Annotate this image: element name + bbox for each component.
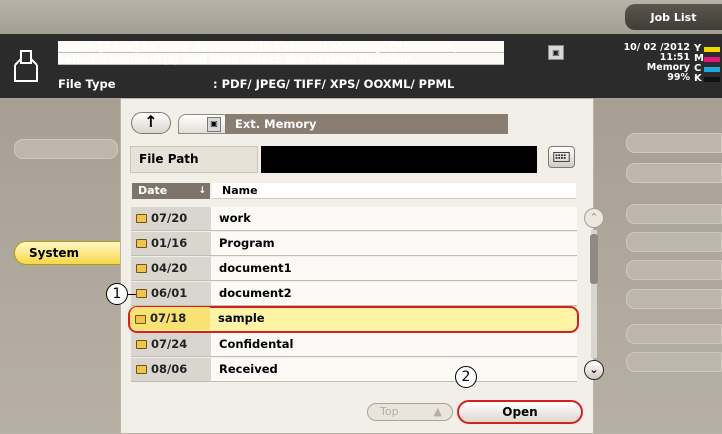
breadcrumb: Ext. Memory — [225, 114, 508, 134]
usb-memory-icon: ▣ — [207, 117, 221, 132]
open-button[interactable]: Open — [457, 400, 583, 424]
date-column-header[interactable]: Date ↓ — [132, 183, 210, 199]
folder-icon — [136, 289, 147, 298]
system-tab[interactable]: System — [14, 241, 128, 265]
message-line-2: select document(s) and then select the d… — [58, 53, 504, 65]
toner-levels: Y M C K — [694, 44, 722, 84]
file-path-label: File Path — [130, 146, 258, 173]
up-arrow-icon: ▲ — [433, 405, 442, 418]
list-item[interactable]: 06/01 document2 — [131, 282, 577, 306]
memory-folder-tab[interactable]: ▣ — [178, 114, 230, 134]
sort-arrow-icon: ↓ — [198, 186, 206, 196]
external-memory-icon: ▣ — [548, 45, 564, 60]
name-column-header[interactable]: Name — [212, 183, 576, 199]
file-path-field[interactable] — [261, 146, 537, 173]
right-menu-ghost-5 — [626, 260, 722, 280]
scrollbar-thumb[interactable] — [590, 234, 598, 284]
folder-icon — [136, 340, 147, 349]
list-item[interactable]: 04/20 document1 — [131, 257, 577, 281]
chevron-up-icon: ⌃ — [589, 211, 599, 224]
chevron-down-icon: ⌄ — [589, 363, 599, 376]
instruction-message: Touch [Save] to save document in Externa… — [58, 41, 504, 65]
list-item[interactable]: 01/16 Program — [131, 232, 577, 256]
folder-icon — [135, 315, 146, 324]
top-band — [0, 0, 722, 34]
callout-1: 1 — [106, 283, 128, 305]
left-tab-ghost — [14, 139, 118, 159]
right-menu-ghost-8 — [626, 352, 722, 372]
list-item-selected[interactable]: 07/18 sample — [128, 306, 579, 333]
up-arrow-icon: ↑ — [144, 112, 158, 131]
file-type-row: File Type : PDF/ JPEG/ TIFF/ XPS/ OOXML/… — [58, 77, 454, 91]
folder-icon — [136, 365, 147, 374]
job-list-button[interactable]: Job List — [625, 4, 722, 30]
list-item[interactable]: 07/20 work — [131, 207, 577, 231]
folder-icon — [136, 264, 147, 273]
right-menu-ghost-6 — [626, 289, 722, 309]
scroll-down-button[interactable]: ⌄ — [584, 360, 604, 380]
file-type-label: File Type — [58, 77, 116, 91]
right-menu-ghost-2 — [626, 163, 722, 183]
callout-1-line — [128, 294, 136, 295]
file-type-value: : PDF/ JPEG/ TIFF/ XPS/ OOXML/ PPML — [213, 77, 455, 91]
scroll-up-button[interactable]: ⌃ — [584, 208, 604, 228]
right-menu-ghost-3 — [626, 204, 722, 224]
toner-k: K — [694, 74, 722, 84]
right-menu-ghost-1 — [626, 133, 722, 153]
keyboard-icon[interactable] — [548, 146, 575, 168]
status-memory-value: 99% — [667, 72, 690, 83]
right-menu-ghost-7 — [626, 324, 722, 344]
folder-icon — [136, 214, 147, 223]
right-menu-ghost-4 — [626, 232, 722, 252]
list-item[interactable]: 08/06 Received — [131, 358, 577, 382]
callout-2: 2 — [455, 366, 477, 388]
top-button[interactable]: Top ▲ — [367, 403, 453, 421]
list-item[interactable]: 07/24 Confidental — [131, 333, 577, 357]
folder-icon — [136, 239, 147, 248]
status-panel: 10/ 02 /2012 11:51 Memory 99% — [610, 43, 690, 83]
up-folder-button[interactable]: ↑ — [131, 112, 171, 134]
document-icon — [14, 50, 38, 82]
